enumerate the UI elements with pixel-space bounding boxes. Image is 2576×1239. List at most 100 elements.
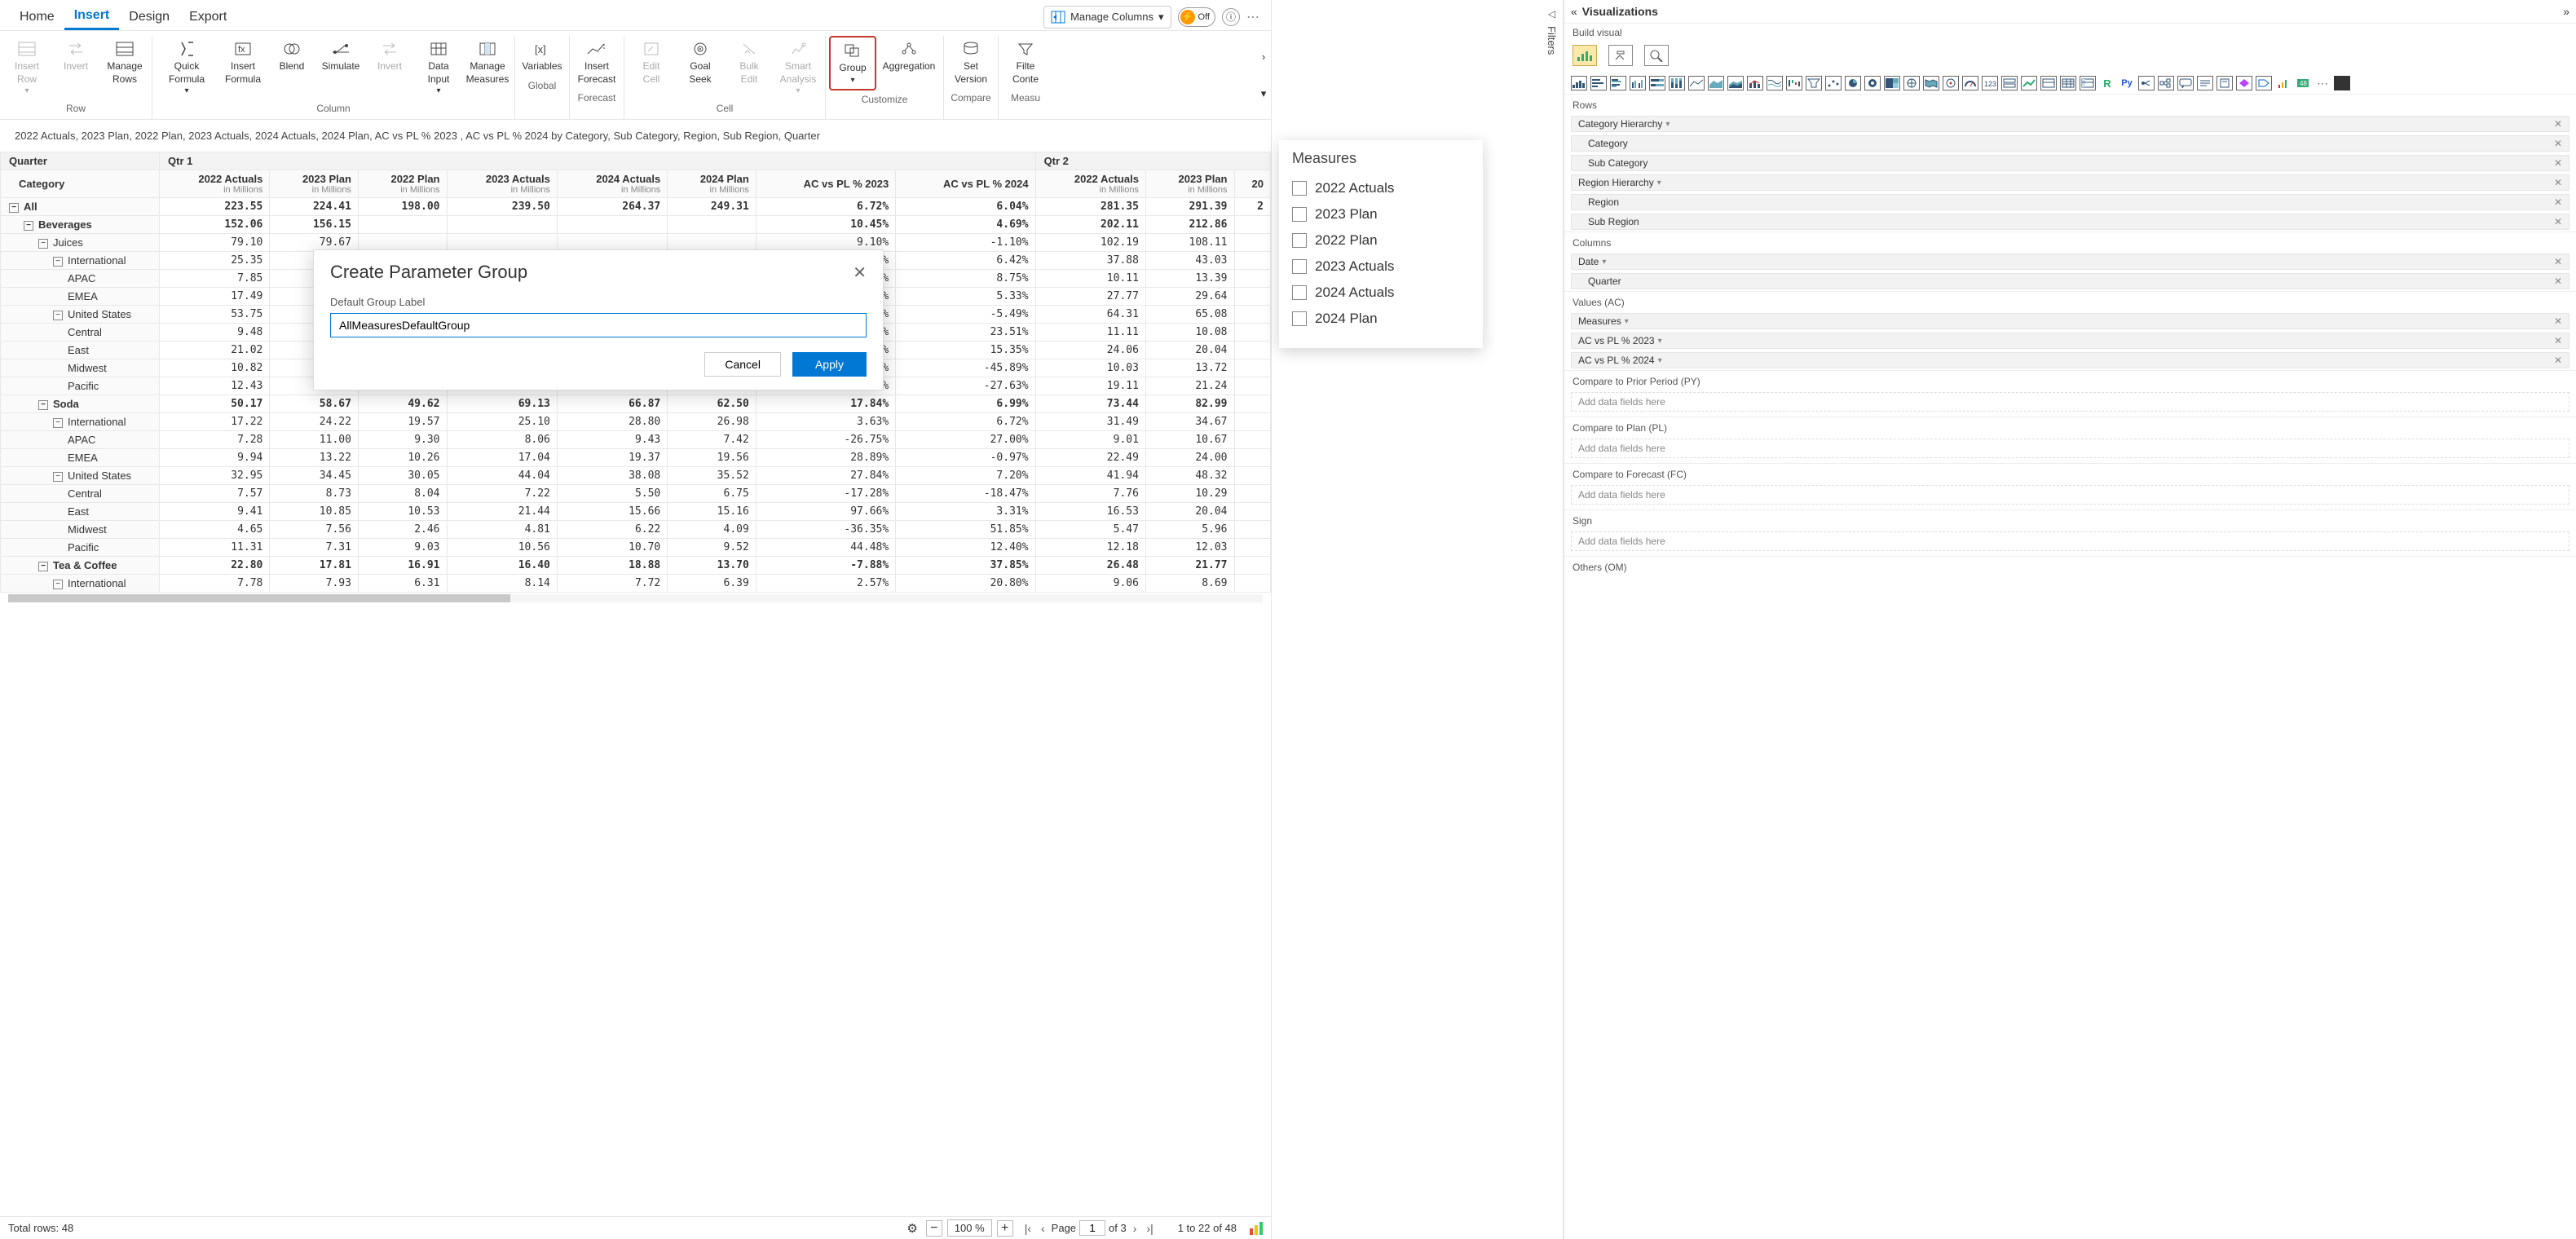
data-cell[interactable]: 82.99 <box>1145 395 1234 413</box>
variables-button[interactable]: [x]Variables <box>518 36 566 77</box>
data-cell[interactable]: -1.10% <box>896 234 1035 252</box>
add-fields-fc[interactable]: Add data fields here <box>1571 485 2569 505</box>
data-cell[interactable]: 11.00 <box>270 431 359 449</box>
insert-forecast-button[interactable]: Insert Forecast <box>573 36 620 89</box>
data-cell[interactable]: 10.82 <box>160 359 270 377</box>
row-header[interactable]: APAC <box>1 431 160 449</box>
data-cell[interactable]: 6.72% <box>756 198 895 216</box>
data-cell[interactable]: 202.11 <box>1035 216 1145 234</box>
measure-item[interactable]: 2023 Plan <box>1292 201 1470 227</box>
apply-button[interactable]: Apply <box>792 352 867 377</box>
data-cell[interactable]: 44.04 <box>447 467 557 485</box>
measure-item[interactable]: 2022 Actuals <box>1292 175 1470 201</box>
data-cell[interactable]: 3.31% <box>896 503 1035 521</box>
data-cell[interactable]: 10.67 <box>1145 431 1234 449</box>
data-cell[interactable]: 97.66% <box>756 503 895 521</box>
data-cell[interactable]: 10.29 <box>1145 485 1234 503</box>
more-menu-icon[interactable]: ⋯ <box>1246 9 1261 25</box>
prev-page-button[interactable]: ‹ <box>1038 1222 1048 1235</box>
data-cell[interactable]: 10.85 <box>270 503 359 521</box>
data-cell[interactable]: 26.98 <box>668 413 756 431</box>
data-cell[interactable]: 10.26 <box>358 449 447 467</box>
smart-analysis-button[interactable]: Smart Analysis▾ <box>774 36 822 99</box>
data-cell[interactable]: -36.35% <box>756 521 895 539</box>
data-cell[interactable] <box>1234 575 1271 593</box>
tab-insert[interactable]: Insert <box>64 3 120 30</box>
chevron-down-icon[interactable]: ▾ <box>1657 179 1661 187</box>
data-cell[interactable]: 51.85% <box>896 521 1035 539</box>
column-header[interactable]: 2022 Actualsin Millions <box>160 170 270 198</box>
data-cell[interactable]: 21.24 <box>1145 377 1234 395</box>
data-cell[interactable]: 6.22 <box>557 521 667 539</box>
data-cell[interactable]: 21.77 <box>1145 557 1234 575</box>
viz-power-apps[interactable] <box>2236 76 2252 90</box>
viz-azure-map[interactable] <box>1943 76 1959 90</box>
field-region-hierarchy[interactable]: Region Hierarchy▾✕ <box>1571 174 2569 191</box>
data-cell[interactable]: 8.14 <box>447 575 557 593</box>
row-header[interactable]: APAC <box>1 270 160 288</box>
expander-icon[interactable]: − <box>53 418 63 428</box>
expander-icon[interactable]: − <box>53 580 63 589</box>
data-cell[interactable]: 7.42 <box>668 431 756 449</box>
data-cell[interactable]: 16.91 <box>358 557 447 575</box>
tab-home[interactable]: Home <box>10 5 64 29</box>
viz-py-visual[interactable]: Py <box>2119 76 2135 90</box>
remove-icon[interactable]: ✕ <box>2554 177 2562 188</box>
data-cell[interactable]: 69.13 <box>447 395 557 413</box>
viz-expand-icon[interactable]: » <box>2563 5 2569 18</box>
data-cell[interactable]: 4.69% <box>896 216 1035 234</box>
data-cell[interactable]: 49.62 <box>358 395 447 413</box>
invert-column-button[interactable]: Invert <box>366 36 413 99</box>
data-cell[interactable]: 2 <box>1234 198 1271 216</box>
data-cell[interactable]: 198.00 <box>358 198 447 216</box>
data-cell[interactable]: 34.45 <box>270 467 359 485</box>
data-cell[interactable]: 12.18 <box>1035 539 1145 557</box>
row-header[interactable]: East <box>1 503 160 521</box>
data-cell[interactable]: -45.89% <box>896 359 1035 377</box>
data-cell[interactable]: 2.57% <box>756 575 895 593</box>
measure-item[interactable]: 2024 Plan <box>1292 306 1470 332</box>
data-cell[interactable]: 8.73 <box>270 485 359 503</box>
chevron-down-icon[interactable]: ▾ <box>1665 120 1670 129</box>
viz-narrative[interactable] <box>2197 76 2213 90</box>
data-cell[interactable]: 41.94 <box>1035 467 1145 485</box>
field-measures[interactable]: Measures▾✕ <box>1571 313 2569 329</box>
row-header[interactable]: Pacific <box>1 539 160 557</box>
row-header[interactable]: −United States <box>1 467 160 485</box>
remove-icon[interactable]: ✕ <box>2554 138 2562 149</box>
tab-export[interactable]: Export <box>179 5 236 29</box>
data-cell[interactable]: 48.32 <box>1145 467 1234 485</box>
data-cell[interactable]: 27.84% <box>756 467 895 485</box>
remove-icon[interactable]: ✕ <box>2554 118 2562 130</box>
page-number-input[interactable] <box>1079 1220 1105 1236</box>
data-cell[interactable]: 5.96 <box>1145 521 1234 539</box>
data-cell[interactable]: 32.95 <box>160 467 270 485</box>
data-cell[interactable]: 15.16 <box>668 503 756 521</box>
data-cell[interactable] <box>1234 359 1271 377</box>
column-header[interactable]: AC vs PL % 2024 <box>896 170 1035 198</box>
data-cell[interactable]: 212.86 <box>1145 216 1234 234</box>
data-cell[interactable]: 4.09 <box>668 521 756 539</box>
column-header[interactable]: 2024 Actualsin Millions <box>557 170 667 198</box>
goal-seek-button[interactable]: Goal Seek <box>677 36 724 99</box>
data-cell[interactable]: 10.53 <box>358 503 447 521</box>
edit-cell-button[interactable]: Edit Cell <box>628 36 675 99</box>
data-cell[interactable] <box>1234 288 1271 306</box>
field-acpl-2023[interactable]: AC vs PL % 2023▾✕ <box>1571 333 2569 349</box>
data-cell[interactable]: 7.93 <box>270 575 359 593</box>
data-cell[interactable]: 24.22 <box>270 413 359 431</box>
data-cell[interactable]: 4.81 <box>447 521 557 539</box>
data-cell[interactable]: 10.03 <box>1035 359 1145 377</box>
measure-item[interactable]: 2023 Actuals <box>1292 254 1470 280</box>
data-cell[interactable]: 25.35 <box>160 252 270 270</box>
data-cell[interactable]: 29.64 <box>1145 288 1234 306</box>
data-cell[interactable]: 9.41 <box>160 503 270 521</box>
data-cell[interactable]: 9.52 <box>668 539 756 557</box>
data-cell[interactable]: 35.52 <box>668 467 756 485</box>
data-cell[interactable]: 17.81 <box>270 557 359 575</box>
data-cell[interactable]: 28.89% <box>756 449 895 467</box>
viz-card[interactable]: 123 <box>1982 76 1998 90</box>
zoom-in-button[interactable]: + <box>997 1220 1013 1237</box>
simulate-button[interactable]: Simulate <box>317 36 364 99</box>
field-region[interactable]: Region✕ <box>1571 194 2569 210</box>
